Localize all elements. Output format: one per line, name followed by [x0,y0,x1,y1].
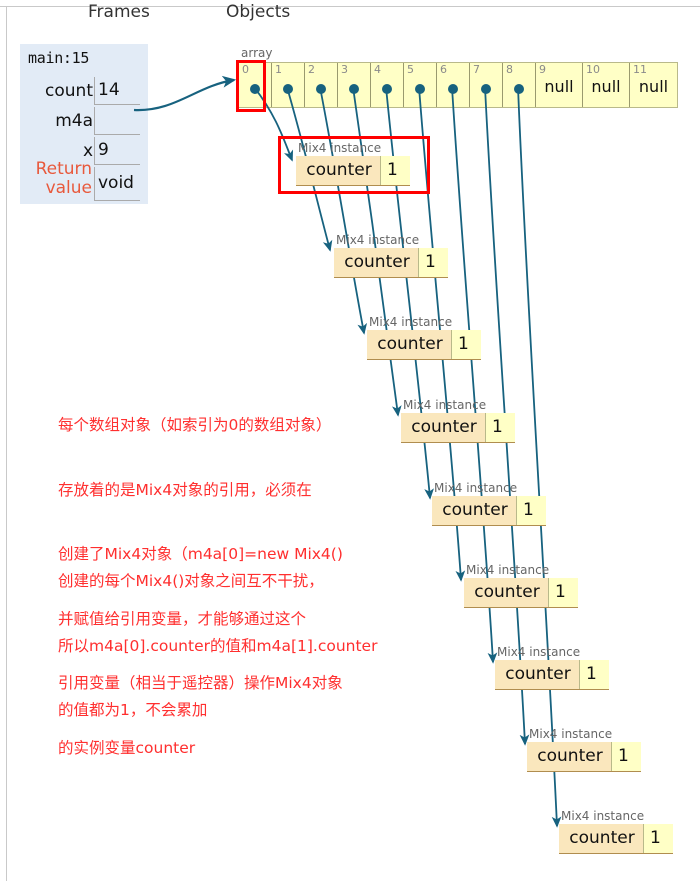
frames-column-header: Frames [88,2,150,22]
array-cell-8: 8 [503,63,536,107]
object-field-row-4: counter 1 [432,496,546,526]
object-field-value-2: 1 [451,330,481,359]
object-field-row-8: counter 1 [559,824,673,854]
variable-box-m4a [94,107,140,135]
annotation-line-2-2: 所以m4a[0].counter的值和m4a[1].counter [58,636,378,655]
array-pointer-dot-7 [481,84,491,94]
array-index-5: 5 [407,63,414,76]
array-cell-7: 7 [470,63,503,107]
object-type-label-2: Mix4 instance [369,315,453,329]
array-index-2: 2 [308,63,315,76]
object-type-label-1: Mix4 instance [336,233,420,247]
array-index-7: 7 [473,63,480,76]
frame-variable-count: count 14 [20,76,148,106]
array-object: 0 1 2 3 4 5 6 7 8 9 null 10 null 11 null [238,62,678,108]
object-field-value-3: 1 [485,413,515,442]
object-field-name-2: counter [367,330,451,359]
object-field-value-8: 1 [643,824,673,853]
object-field-value-4: 1 [516,496,546,525]
left-divider [6,6,7,881]
object-field-name-1: counter [334,248,418,277]
array-pointer-dot-3 [349,84,359,94]
variable-value-x: 9 [98,140,109,160]
annotation-line-2-1: 创建的每个Mix4()对象之间互不干扰， [58,572,324,590]
object-field-row-7: counter 1 [527,742,641,772]
annotation-paragraph-2: 创建的每个Mix4()对象之间互不干扰， 所以m4a[0].counter的值和… [58,528,377,765]
visualization-canvas: Frames Objects main:15 count 14 m4a x 9 … [0,0,700,881]
annotation-line-1-1: 每个数组对象（如索引为0的数组对象） [58,416,332,434]
array-index-8: 8 [506,63,513,76]
frame-variable-return: Return value void [20,160,148,202]
object-type-label-3: Mix4 instance [403,398,487,412]
array-pointer-dot-1 [283,84,293,94]
highlight-object-mix4-instance-0 [278,136,430,194]
array-label: array [241,46,273,60]
object-field-name-3: counter [401,413,485,442]
array-cell-9: 9 null [536,63,583,107]
stack-frame-main: main:15 count 14 m4a x 9 Return value vo… [20,44,148,204]
array-value-11: null [638,77,669,96]
array-index-9: 9 [539,63,546,76]
objects-column-header: Objects [226,2,291,22]
object-field-row-3: counter 1 [401,413,515,443]
array-pointer-dot-5 [415,84,425,94]
variable-label-count: count [45,81,93,101]
wire-cell8-to-object8 [517,86,562,828]
object-field-value-1: 1 [418,248,448,277]
array-cell-6: 6 [437,63,470,107]
array-index-3: 3 [341,63,348,76]
frame-title: main:15 [28,49,90,67]
array-cell-11: 11 null [630,63,677,107]
wire-cell2-to-object2 [319,86,368,335]
array-cell-10: 10 null [583,63,630,107]
highlight-array-cell-0 [236,60,266,112]
object-type-label-5: Mix4 instance [466,563,550,577]
array-pointer-dot-4 [382,84,392,94]
object-field-name-4: counter [432,496,516,525]
array-pointer-dot-8 [514,84,524,94]
object-field-name-8: counter [559,824,643,853]
object-field-value-7: 1 [611,742,641,771]
array-index-11: 11 [633,63,647,76]
object-field-name-5: counter [464,578,548,607]
array-pointer-dot-6 [448,84,458,94]
array-index-6: 6 [440,63,447,76]
array-cell-1: 1 [272,63,305,107]
object-field-value-5: 1 [548,578,578,607]
array-pointer-dot-2 [316,84,326,94]
array-cell-3: 3 [338,63,371,107]
frame-variable-m4a: m4a [20,106,148,136]
object-field-row-5: counter 1 [464,578,578,608]
object-field-name-7: counter [527,742,611,771]
object-type-label-6: Mix4 instance [497,645,581,659]
variable-label-m4a: m4a [55,111,93,131]
variable-value-return-value: void [98,173,134,193]
object-field-row-1: counter 1 [334,248,448,278]
object-field-name-6: counter [495,660,579,689]
object-type-label-7: Mix4 instance [529,727,613,741]
wire-m4a-to-array [133,75,237,112]
array-index-4: 4 [374,63,381,76]
object-field-row-2: counter 1 [367,330,481,360]
object-type-label-4: Mix4 instance [434,481,518,495]
object-field-value-6: 1 [579,660,609,689]
annotation-line-1-2: 存放着的是Mix4对象的引用，必须在 [58,480,312,499]
array-value-10: null [591,77,621,96]
array-cell-5: 5 [404,63,437,107]
object-field-row-6: counter 1 [495,660,609,690]
annotation-line-2-3: 的值都为1，不会累加 [58,701,208,719]
object-type-label-8: Mix4 instance [561,809,645,823]
variable-value-count: 14 [98,80,120,100]
variable-label-return-value: Return value [35,159,92,198]
array-cell-2: 2 [305,63,338,107]
array-index-10: 10 [586,63,600,76]
array-value-9: null [544,77,574,96]
array-cell-4: 4 [371,63,404,107]
array-index-1: 1 [275,63,282,76]
